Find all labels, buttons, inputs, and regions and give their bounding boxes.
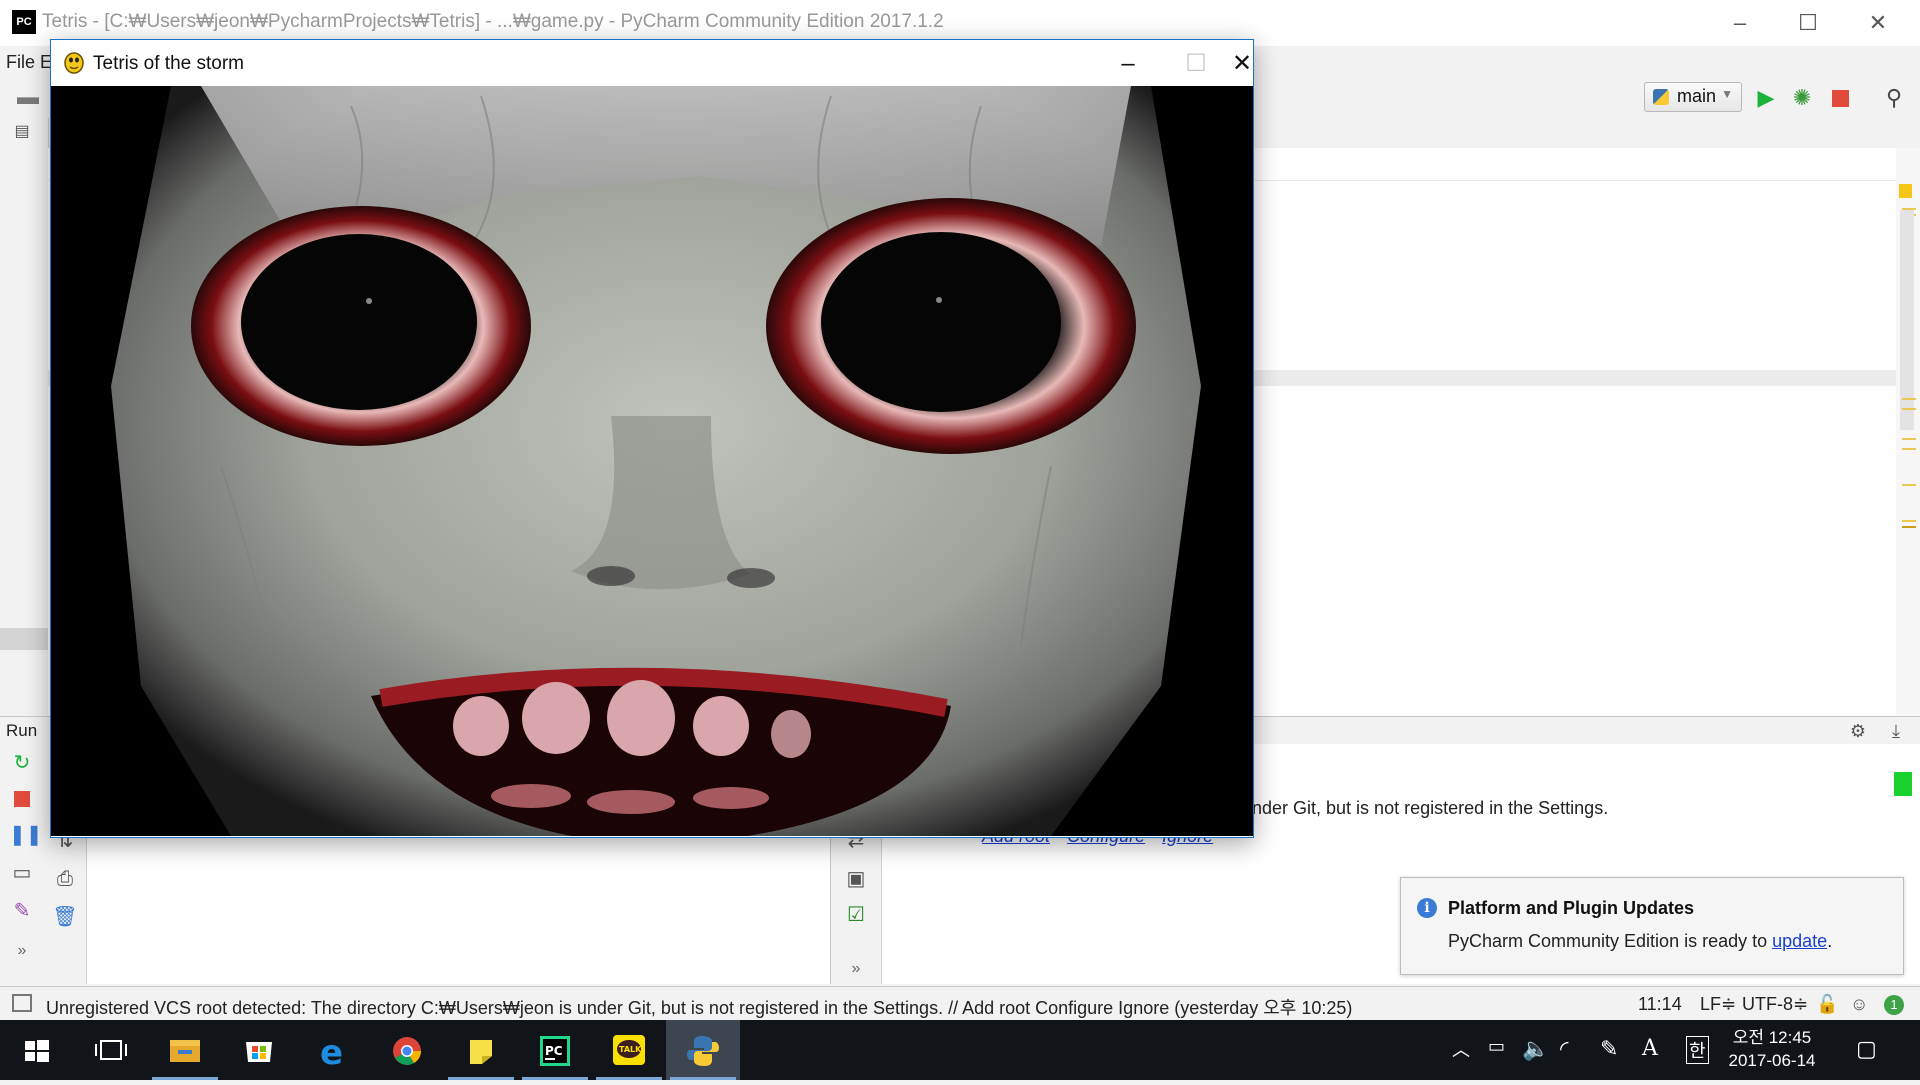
task-view-icon: [95, 1040, 127, 1060]
info-icon: i: [1417, 898, 1437, 918]
run-icon[interactable]: ▶: [1752, 84, 1780, 112]
notification-body: PyCharm Community Edition is ready to up…: [1448, 931, 1832, 952]
checkbox-icon[interactable]: ☑: [843, 902, 869, 928]
project-selected-row[interactable]: [0, 628, 48, 650]
chrome-icon: [393, 1037, 421, 1065]
project-panel: ▤: [0, 118, 49, 716]
stop-run-icon[interactable]: [9, 786, 35, 812]
notification-text: PyCharm Community Edition is ready to: [1448, 931, 1773, 951]
inspector-icon[interactable]: ☺: [1850, 994, 1868, 1015]
action-center-icon[interactable]: ▢: [1856, 1036, 1877, 1062]
taskbar-chrome[interactable]: [370, 1020, 444, 1080]
clock-time: 오전 12:45: [1732, 1028, 1812, 1047]
debug-icon[interactable]: ✺: [1788, 84, 1816, 112]
game-canvas[interactable]: [51, 86, 1253, 836]
game-close-button[interactable]: ✕: [1231, 46, 1253, 82]
python-icon: [1653, 89, 1669, 105]
taskbar-store[interactable]: [222, 1020, 296, 1080]
svg-text:TALK: TALK: [619, 1045, 642, 1054]
taskbar-edge[interactable]: e: [296, 1020, 370, 1080]
status-ok-marker: [1894, 772, 1912, 796]
store-icon: [246, 1042, 272, 1062]
caret-position[interactable]: 11:14: [1638, 994, 1682, 1015]
update-link[interactable]: update: [1772, 931, 1827, 951]
status-message[interactable]: Unregistered VCS root detected: The dire…: [46, 994, 1352, 1020]
game-titlebar[interactable]: Tetris of the storm – ☐ ✕: [51, 40, 1253, 86]
editor-scrollbar[interactable]: [1896, 148, 1920, 716]
folder-icon: [170, 1040, 200, 1062]
status-bar: Unregistered VCS root detected: The dire…: [0, 986, 1920, 1021]
search-icon[interactable]: ⚲: [1880, 84, 1908, 112]
game-window: Tetris of the storm – ☐ ✕: [50, 39, 1254, 838]
pin-icon[interactable]: ✎: [9, 898, 35, 924]
hide-panel-icon[interactable]: ⤓: [1882, 717, 1910, 745]
file-encoding[interactable]: UTF-8≑: [1742, 994, 1808, 1015]
edge-icon: e: [320, 1033, 343, 1073]
game-minimize-button[interactable]: –: [1093, 46, 1163, 82]
wifi-icon[interactable]: ◜: [1560, 1036, 1569, 1062]
lock-icon[interactable]: 🔓: [1816, 994, 1838, 1015]
ide-close-button[interactable]: ✕: [1848, 6, 1908, 40]
line-separator[interactable]: LF≑: [1700, 994, 1736, 1015]
pycharm-logo-icon: PC: [12, 10, 36, 34]
notification-balloon[interactable]: i Platform and Plugin Updates PyCharm Co…: [1400, 877, 1904, 975]
gear-icon[interactable]: ⚙: [1844, 717, 1872, 745]
windows-logo-icon: [25, 1040, 49, 1062]
run-toolbar: ↻ ❚❚ ▭ ✎ »: [0, 744, 45, 984]
print-icon[interactable]: ⎙: [52, 866, 78, 892]
pen-icon[interactable]: ✎: [1600, 1036, 1618, 1062]
ide-title: Tetris - [C:₩Users₩jeon₩PycharmProjects₩…: [42, 11, 944, 32]
scroll-thumb[interactable]: [1900, 210, 1914, 430]
ime-hangul[interactable]: 한: [1686, 1036, 1709, 1064]
notification-suffix: .: [1827, 931, 1833, 951]
event-log-badge[interactable]: 1: [1884, 995, 1904, 1015]
svg-text:e: e: [320, 1033, 343, 1073]
settings-panel-icon[interactable]: ▣: [843, 866, 869, 892]
toggle-toolwindows-icon[interactable]: [12, 994, 32, 1012]
ide-maximize-button[interactable]: ☐: [1778, 6, 1838, 40]
kakaotalk-icon: TALK: [613, 1035, 645, 1065]
python-icon: [687, 1036, 719, 1066]
taskbar-python[interactable]: [666, 1020, 740, 1080]
trash-icon[interactable]: 🗑: [52, 904, 78, 930]
ide-minimize-button[interactable]: –: [1710, 6, 1770, 40]
run-tab-label[interactable]: Run: [6, 721, 37, 741]
sticky-notes-icon: [470, 1040, 492, 1064]
pause-icon[interactable]: ❚❚: [9, 822, 43, 848]
taskbar-kakaotalk[interactable]: TALK: [592, 1020, 666, 1080]
pygame-snake-icon: [64, 52, 84, 74]
svg-text:PC: PC: [545, 1044, 563, 1058]
warning-marker-icon[interactable]: [1899, 184, 1912, 198]
scary-face-image: [51, 86, 1253, 836]
taskbar-file-explorer[interactable]: [148, 1020, 222, 1080]
volume-icon[interactable]: 🔈: [1522, 1036, 1549, 1062]
game-maximize-button: ☐: [1185, 50, 1207, 77]
clock-date: 2017-06-14: [1728, 1051, 1816, 1070]
game-window-title: Tetris of the storm: [93, 53, 244, 74]
notification-title: Platform and Plugin Updates: [1448, 898, 1695, 918]
run-config-select[interactable]: main ▼: [1644, 82, 1742, 112]
ime-mode[interactable]: A: [1642, 1036, 1658, 1061]
layout-icon[interactable]: ▭: [9, 860, 35, 886]
rerun-icon[interactable]: ↻: [9, 750, 35, 776]
taskbar-sticky-notes[interactable]: [444, 1020, 518, 1080]
more-icon[interactable]: »: [843, 956, 869, 982]
menu-file[interactable]: File: [6, 52, 35, 73]
battery-icon[interactable]: ▭: [1488, 1036, 1505, 1057]
tray-chevron-up-icon[interactable]: ︿: [1452, 1036, 1470, 1062]
project-icon[interactable]: ▤: [8, 118, 36, 146]
stop-icon[interactable]: [1826, 84, 1854, 112]
chevron-down-icon: ▼: [1721, 87, 1733, 101]
start-button[interactable]: [0, 1020, 74, 1080]
more-icon[interactable]: »: [9, 938, 35, 964]
task-view-button[interactable]: [74, 1020, 148, 1080]
vcs-message: nder Git, but is not registered in the S…: [1252, 798, 1609, 818]
taskbar-clock[interactable]: 오전 12:45 2017-06-14: [1727, 1026, 1817, 1072]
folder-icon[interactable]: ▬: [14, 83, 42, 111]
run-config-label: main: [1677, 86, 1717, 106]
taskbar-pycharm[interactable]: PC: [518, 1020, 592, 1080]
windows-taskbar: e PC TALK ︿ ▭ 🔈 ◜ ✎ A 한 ▢: [0, 1020, 1920, 1080]
pycharm-icon: PC: [540, 1036, 570, 1066]
